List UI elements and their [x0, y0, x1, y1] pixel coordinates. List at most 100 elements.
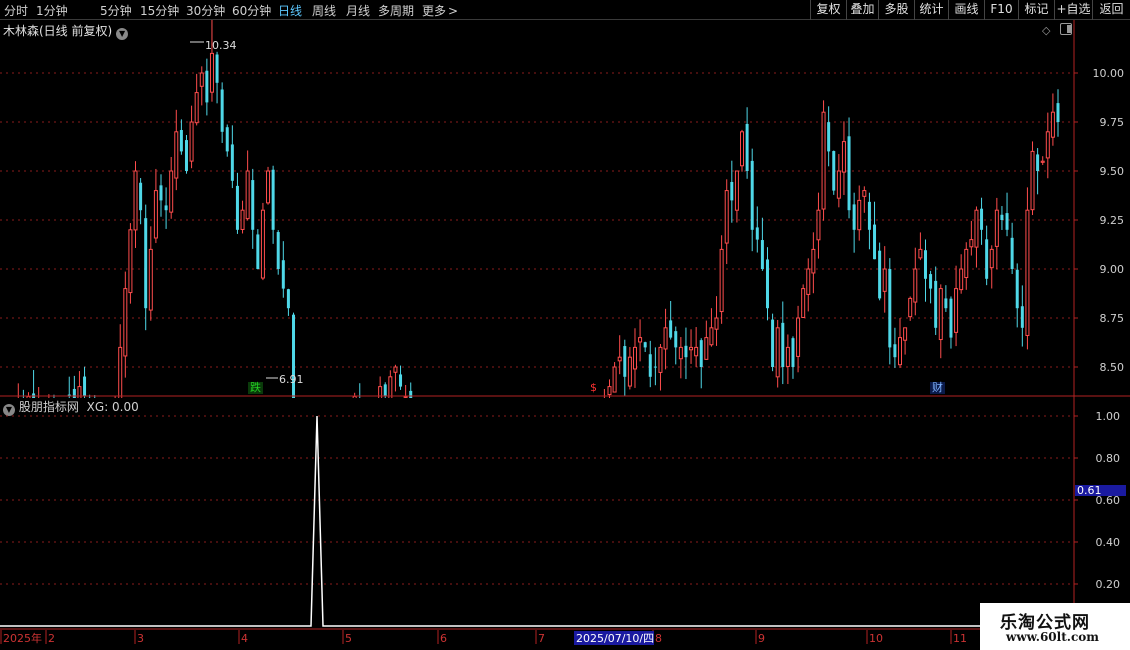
stats-button[interactable]: 统计 [914, 0, 948, 20]
candle [964, 242, 969, 290]
candle [944, 285, 948, 312]
candle [806, 258, 811, 312]
adjust-button[interactable]: 复权 [810, 0, 846, 20]
candle [938, 284, 943, 359]
cursor-date-label: 2025/07/10/四 [576, 632, 654, 645]
candle [882, 246, 887, 313]
candle [215, 51, 219, 104]
candle [256, 229, 260, 270]
candle [399, 365, 403, 390]
candle [133, 161, 138, 248]
time-tick-label: 7 [538, 632, 545, 645]
candle [623, 339, 627, 396]
period-tab-weekly[interactable]: 周线 [312, 2, 336, 19]
indicator-tick-label: 1.00 [1096, 410, 1121, 423]
price-tick-label: 9.00 [1100, 263, 1125, 276]
candle [994, 197, 999, 270]
chevron-right-icon: > [448, 4, 459, 18]
indicator-chart[interactable]: 1.000.800.600.400.20 0.61 [0, 398, 1130, 628]
candle [847, 117, 851, 219]
back-button[interactable]: 返回 [1092, 0, 1130, 20]
candle [139, 178, 143, 225]
candle [169, 156, 174, 219]
candle [980, 197, 984, 245]
draw-line-button[interactable]: 画线 [948, 0, 984, 20]
candle [643, 341, 647, 353]
candle [898, 318, 903, 368]
f10-button[interactable]: F10 [984, 0, 1018, 20]
candle [153, 168, 158, 244]
candle [276, 230, 280, 275]
time-tick-label: 5 [345, 632, 352, 645]
period-tab-15min[interactable]: 15分钟 [140, 2, 179, 19]
candle [669, 301, 673, 340]
candle [867, 192, 871, 250]
price-tick-label: 9.75 [1100, 116, 1125, 129]
candle [974, 206, 979, 268]
indicator-tick-label: 0.80 [1096, 452, 1121, 465]
candle [827, 106, 831, 167]
candle [72, 375, 76, 398]
period-tab-monthly[interactable]: 月线 [346, 2, 370, 19]
candle [740, 129, 745, 172]
period-tab-multi[interactable]: 多周期 [378, 2, 414, 19]
price-chart[interactable]: 10.009.759.509.259.008.758.508.258.007.7… [0, 20, 1130, 398]
candle [816, 192, 821, 259]
candle [118, 324, 123, 398]
time-tick-label: 11 [953, 632, 967, 645]
time-tick-label: 4 [241, 632, 248, 645]
candle [627, 347, 632, 390]
period-toolbar: 分时 1分钟 5分钟 15分钟 30分钟 60分钟 日线 周线 月线 多周期 更… [0, 0, 1130, 20]
period-tab-1min[interactable]: 1分钟 [36, 2, 68, 19]
mark-button[interactable]: 标记 [1018, 0, 1054, 20]
candle [841, 121, 846, 195]
candle [607, 379, 612, 398]
candle [653, 347, 657, 386]
candle [781, 301, 785, 385]
candle [801, 284, 806, 318]
candle [1020, 285, 1024, 347]
add-watchlist-button[interactable]: +自选 [1054, 0, 1092, 20]
multi-stock-button[interactable]: 多股 [878, 0, 914, 20]
candle [745, 107, 749, 179]
candle [929, 270, 933, 304]
candle [918, 232, 923, 261]
candle [954, 265, 959, 347]
candle [225, 124, 229, 157]
period-tab-60min[interactable]: 60分钟 [232, 2, 271, 19]
candle [785, 334, 790, 385]
candle [209, 20, 214, 102]
price-tick-label: 10.00 [1093, 67, 1125, 80]
period-tab-more[interactable]: 更多 > [422, 2, 458, 19]
overlay-button[interactable]: 叠加 [846, 0, 878, 20]
time-tick-label: 9 [758, 632, 765, 645]
high-price-marker: 10.34 [190, 39, 237, 52]
candle [189, 105, 194, 169]
candle [699, 338, 703, 389]
candle [934, 266, 938, 335]
candle [852, 192, 856, 253]
period-tab-30min[interactable]: 30分钟 [186, 2, 225, 19]
candle [184, 135, 188, 174]
candle [873, 201, 877, 260]
candle [393, 364, 398, 392]
period-tab-minute[interactable]: 分时 [4, 2, 28, 19]
candle [148, 226, 153, 321]
candle [1000, 206, 1004, 230]
candle [689, 329, 694, 364]
indicator-tick-label: 0.40 [1096, 536, 1121, 549]
candle [989, 245, 994, 289]
candle [750, 148, 754, 252]
candle [821, 100, 826, 221]
candle [603, 388, 605, 398]
candle [617, 335, 622, 375]
period-tab-daily[interactable]: 日线 [278, 2, 302, 19]
candle [388, 370, 393, 398]
candle [164, 187, 168, 229]
candle [144, 204, 148, 331]
xg-indicator-line [0, 415, 980, 627]
candle [266, 166, 271, 205]
candle [709, 308, 714, 347]
candle [674, 326, 678, 365]
period-tab-5min[interactable]: 5分钟 [100, 2, 132, 19]
